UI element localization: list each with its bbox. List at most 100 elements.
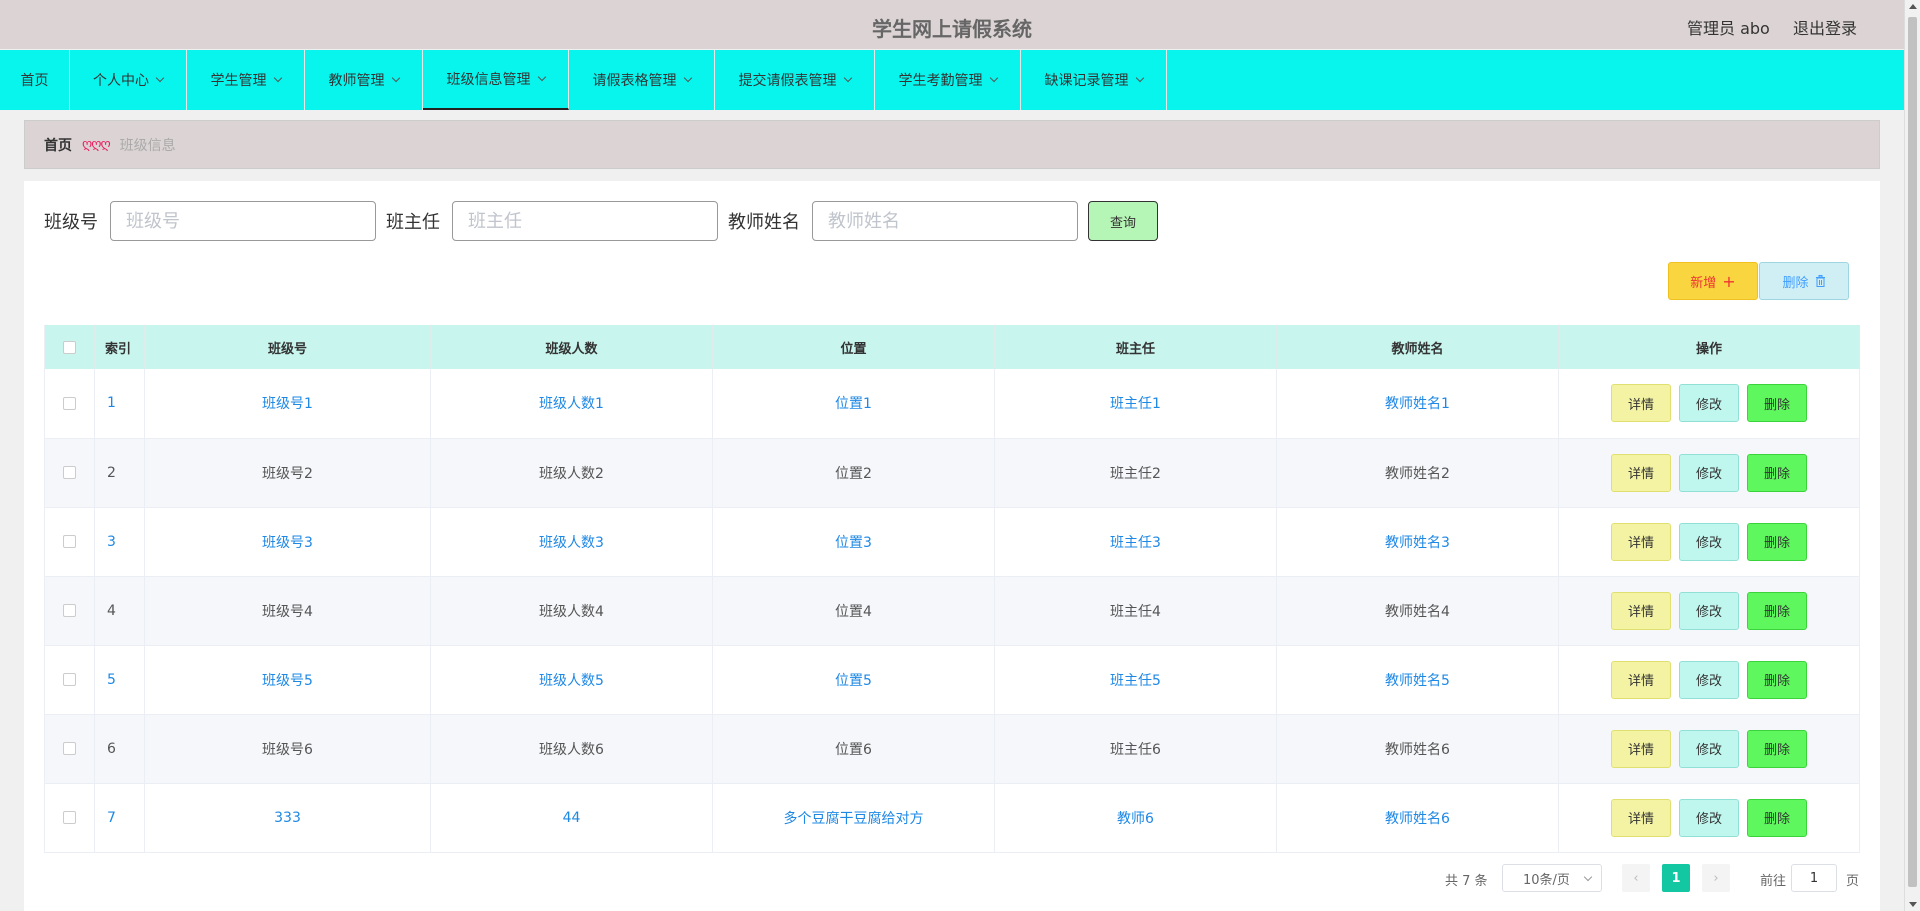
page-number-1[interactable]: 1 (1662, 864, 1690, 892)
nav-item-2[interactable]: 学生管理 (187, 50, 305, 110)
nav-item-3[interactable]: 教师管理 (305, 50, 423, 110)
row-checkbox[interactable] (44, 714, 95, 784)
cell-index: 1 (94, 369, 145, 439)
edit-button[interactable]: 修改 (1679, 384, 1739, 423)
remove-button[interactable]: 删除 (1747, 453, 1807, 492)
nav-item-7[interactable]: 学生考勤管理 (875, 50, 1021, 110)
cell-class-no: 班级号2 (144, 438, 431, 508)
nav-item-label: 学生考勤管理 (898, 73, 983, 89)
scrollbar-thumb[interactable] (1908, 17, 1917, 887)
chevron-left-icon: ‹ (1633, 870, 1639, 886)
batch-delete-label: 删除 (1782, 275, 1809, 291)
goto-label-suffix: 页 (1846, 874, 1860, 889)
detail-button[interactable]: 详情 (1611, 591, 1671, 630)
table-row: 5 班级号5 班级人数5 位置5 班主任5 教师姓名5 详情 修改 删除 (44, 645, 1860, 715)
nav-item-0[interactable]: 首页 (0, 50, 70, 110)
row-checkbox[interactable] (44, 369, 95, 439)
cell-teacher-name: 教师姓名5 (1276, 645, 1559, 715)
cell-location: 位置4 (712, 576, 995, 646)
cell-index: 5 (94, 645, 145, 715)
nav-item-label: 缺课记录管理 (1044, 73, 1129, 89)
prev-page-button[interactable]: ‹ (1622, 864, 1650, 892)
class-no-input[interactable] (110, 201, 376, 241)
nav-item-1[interactable]: 个人中心 (70, 50, 187, 110)
edit-button[interactable]: 修改 (1679, 453, 1739, 492)
table-row: 3 班级号3 班级人数3 位置3 班主任3 教师姓名3 详情 修改 删除 (44, 507, 1860, 577)
pagination: 共 7 条 10条/页 ‹ 1 › 前往 页 (24, 864, 1880, 892)
nav-item-label: 个人中心 (93, 73, 149, 89)
row-checkbox[interactable] (44, 438, 95, 508)
cell-teacher-name: 教师姓名6 (1276, 714, 1559, 784)
cell-head-teacher: 教师6 (994, 783, 1277, 853)
edit-button[interactable]: 修改 (1679, 660, 1739, 699)
select-all-checkbox[interactable] (44, 325, 95, 369)
detail-button[interactable]: 详情 (1611, 384, 1671, 423)
vertical-scrollbar[interactable] (1904, 0, 1920, 911)
table-row: 1 班级号1 班级人数1 位置1 班主任1 教师姓名1 详情 修改 删除 (44, 369, 1860, 439)
cell-actions: 详情 修改 删除 (1558, 438, 1860, 508)
cell-index: 6 (94, 714, 145, 784)
remove-button[interactable]: 删除 (1747, 660, 1807, 699)
logout-link[interactable]: 退出登录 (1793, 15, 1857, 39)
chevron-down-icon (1135, 73, 1144, 83)
cell-class-size: 44 (430, 783, 713, 853)
cell-location: 多个豆腐干豆腐给对方 (712, 783, 995, 853)
edit-button[interactable]: 修改 (1679, 591, 1739, 630)
head-teacher-input[interactable] (452, 201, 718, 241)
remove-button[interactable]: 删除 (1747, 591, 1807, 630)
page-size-select[interactable]: 10条/页 (1502, 864, 1602, 892)
detail-button[interactable]: 详情 (1611, 798, 1671, 837)
row-checkbox[interactable] (44, 783, 95, 853)
cell-class-no: 班级号6 (144, 714, 431, 784)
batch-delete-button[interactable]: 删除 (1759, 262, 1849, 300)
pagination-total: 共 7 条 (1445, 874, 1488, 889)
detail-button[interactable]: 详情 (1611, 453, 1671, 492)
remove-button[interactable]: 删除 (1747, 798, 1807, 837)
nav-item-5[interactable]: 请假表格管理 (569, 50, 715, 110)
scroll-down-icon[interactable] (1909, 902, 1917, 907)
page-size-value: 10条/页 (1523, 872, 1570, 888)
breadcrumb-home[interactable]: 首页 (44, 135, 72, 155)
chevron-right-icon: › (1713, 870, 1719, 886)
row-checkbox[interactable] (44, 507, 95, 577)
remove-button[interactable]: 删除 (1747, 384, 1807, 423)
chevron-down-icon (683, 73, 692, 83)
query-button[interactable]: 查询 (1088, 201, 1158, 241)
col-header-class-size: 班级人数 (430, 325, 713, 369)
detail-button[interactable]: 详情 (1611, 660, 1671, 699)
row-checkbox[interactable] (44, 645, 95, 715)
goto-page-input[interactable] (1791, 864, 1837, 892)
next-page-button[interactable]: › (1702, 864, 1730, 892)
cell-class-size: 班级人数2 (430, 438, 713, 508)
table-row: 2 班级号2 班级人数2 位置2 班主任2 教师姓名2 详情 修改 删除 (44, 438, 1860, 508)
cell-class-size: 班级人数3 (430, 507, 713, 577)
remove-button[interactable]: 删除 (1747, 729, 1807, 768)
nav-item-6[interactable]: 提交请假表管理 (715, 50, 875, 110)
nav-item-8[interactable]: 缺课记录管理 (1021, 50, 1167, 110)
cell-actions: 详情 修改 删除 (1558, 369, 1860, 439)
table-row: 6 班级号6 班级人数6 位置6 班主任6 教师姓名6 详情 修改 删除 (44, 714, 1860, 784)
edit-button[interactable]: 修改 (1679, 522, 1739, 561)
edit-button[interactable]: 修改 (1679, 798, 1739, 837)
breadcrumb: 首页 ღღღ 班级信息 (24, 120, 1880, 169)
nav-item-label: 教师管理 (328, 73, 385, 89)
row-checkbox[interactable] (44, 576, 95, 646)
cell-teacher-name: 教师姓名4 (1276, 576, 1559, 646)
cell-actions: 详情 修改 删除 (1558, 714, 1860, 784)
cell-class-size: 班级人数6 (430, 714, 713, 784)
remove-button[interactable]: 删除 (1747, 522, 1807, 561)
app-title: 学生网上请假系统 (872, 17, 1032, 41)
detail-button[interactable]: 详情 (1611, 522, 1671, 561)
add-button-label: 新增 (1690, 275, 1717, 291)
breadcrumb-separator: ღღღ (82, 137, 111, 152)
scroll-up-icon[interactable] (1909, 4, 1917, 9)
cell-location: 位置3 (712, 507, 995, 577)
detail-button[interactable]: 详情 (1611, 729, 1671, 768)
nav-item-4[interactable]: 班级信息管理 (423, 50, 569, 110)
teacher-name-input[interactable] (812, 201, 1078, 241)
edit-button[interactable]: 修改 (1679, 729, 1739, 768)
goto-label-prefix: 前往 (1760, 874, 1787, 889)
cell-teacher-name: 教师姓名3 (1276, 507, 1559, 577)
cell-head-teacher: 班主任6 (994, 714, 1277, 784)
add-button[interactable]: 新增 + (1668, 262, 1758, 300)
